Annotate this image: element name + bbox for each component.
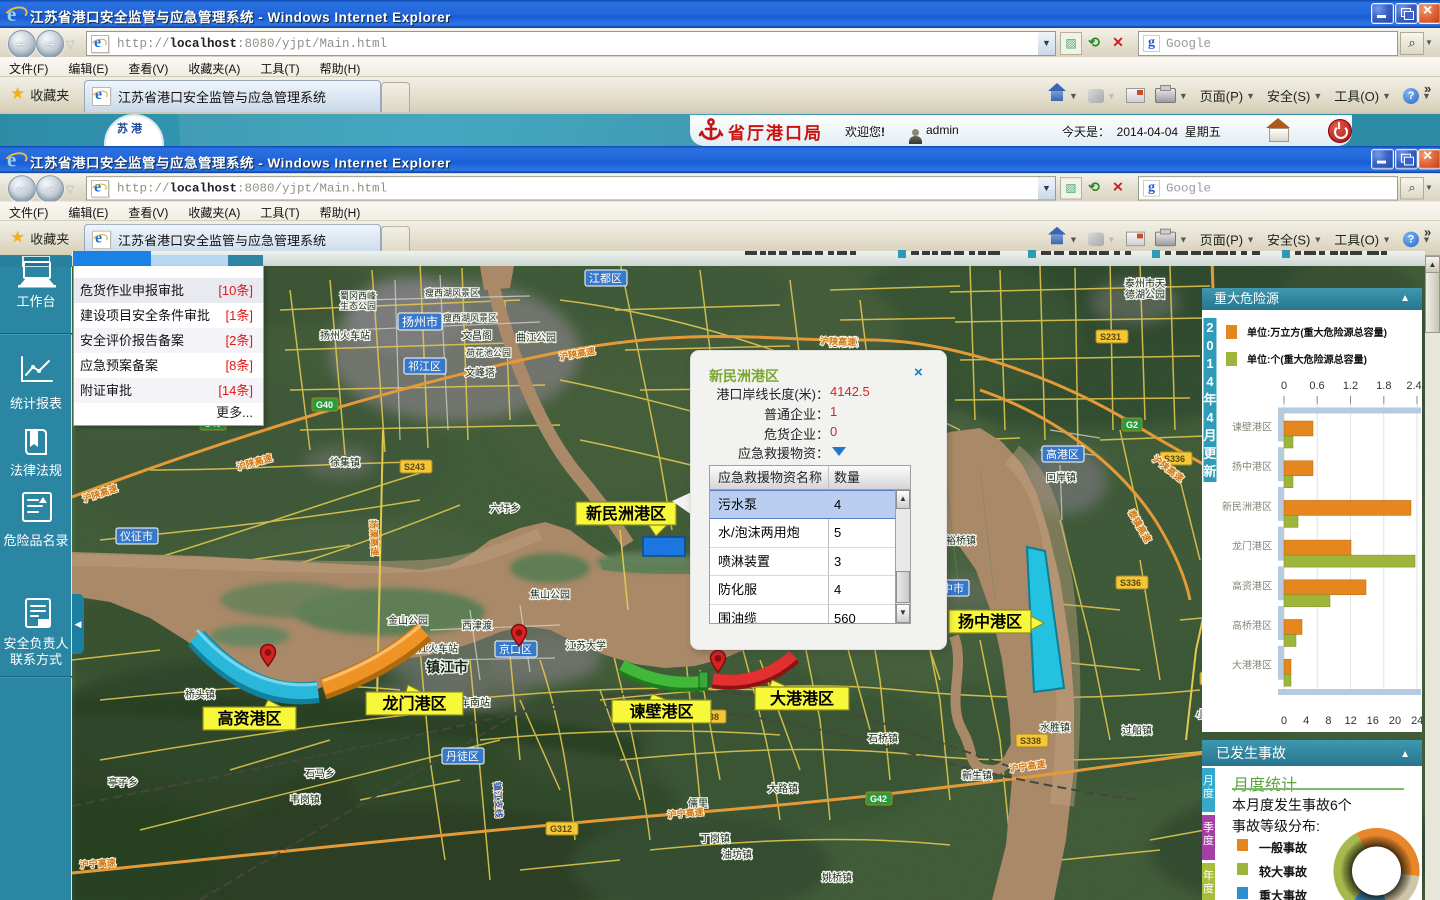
svg-text:扬中港区: 扬中港区: [1232, 460, 1272, 473]
svg-text:油坊镇: 油坊镇: [722, 848, 752, 861]
svg-text:G42: G42: [870, 794, 887, 804]
svg-text:高资港区: 高资港区: [217, 709, 281, 728]
svg-text:西津渡: 西津渡: [462, 619, 492, 632]
svg-text:S243: S243: [404, 462, 425, 472]
svg-text:文峰塔: 文峰塔: [465, 366, 495, 379]
svg-text:0.6: 0.6: [1309, 380, 1324, 392]
svg-text:金山公园: 金山公园: [388, 614, 428, 627]
svg-text:桥头镇: 桥头镇: [185, 688, 215, 701]
svg-text:京口区: 京口区: [499, 642, 532, 656]
svg-text:谏壁港区: 谏壁港区: [1232, 421, 1272, 434]
svg-text:高资港区: 高资港区: [1232, 579, 1272, 592]
svg-text:S231: S231: [1100, 332, 1121, 342]
svg-text:0: 0: [1281, 380, 1287, 392]
svg-text:大港港区: 大港港区: [1232, 659, 1272, 672]
svg-text:江苏大学: 江苏大学: [566, 639, 606, 652]
svg-text:G2: G2: [1126, 420, 1138, 430]
svg-text:石桥镇: 石桥镇: [868, 732, 898, 745]
svg-text:S338: S338: [1020, 736, 1041, 746]
svg-text:蜀冈西峰: 蜀冈西峰: [340, 291, 376, 301]
svg-text:祁江区: 祁江区: [408, 359, 441, 373]
svg-text:曲江公园: 曲江公园: [516, 332, 556, 344]
svg-text:20: 20: [1389, 715, 1401, 727]
svg-text:24: 24: [1411, 715, 1422, 727]
svg-text:泰州市天: 泰州市天: [1125, 277, 1165, 290]
svg-text:月: 月: [1202, 428, 1216, 443]
svg-text:2.4: 2.4: [1406, 380, 1421, 392]
svg-text:大路镇: 大路镇: [768, 782, 798, 795]
svg-text:石马乡: 石马乡: [305, 768, 335, 780]
svg-text:韦岗镇: 韦岗镇: [290, 793, 320, 806]
svg-text:沪陕高速: 沪陕高速: [820, 335, 856, 347]
svg-text:亭子乡: 亭子乡: [108, 776, 138, 789]
svg-text:年: 年: [1203, 392, 1216, 407]
svg-text:新民洲港区: 新民洲港区: [586, 504, 666, 523]
svg-text:高港区: 高港区: [1046, 447, 1079, 461]
svg-text:1: 1: [1206, 356, 1213, 371]
svg-text:S336: S336: [1120, 578, 1141, 588]
svg-text:1.8: 1.8: [1376, 380, 1391, 392]
svg-text:16: 16: [1367, 715, 1379, 727]
svg-text:单位:个(重大危险源总容量): 单位:个(重大危险源总容量): [1247, 353, 1367, 366]
svg-text:镇江支线: 镇江支线: [492, 782, 505, 819]
svg-text:丹徒区: 丹徒区: [446, 749, 479, 763]
svg-text:姚桥镇: 姚桥镇: [822, 871, 852, 884]
svg-text:徐集镇: 徐集镇: [330, 456, 360, 469]
svg-text:江都区: 江都区: [589, 272, 622, 285]
svg-text:水胜镇: 水胜镇: [1040, 721, 1070, 734]
svg-text:扬州市: 扬州市: [402, 314, 438, 329]
svg-text:新民洲港区: 新民洲港区: [1222, 500, 1272, 513]
svg-text:龙门港区: 龙门港区: [1232, 540, 1272, 553]
svg-text:G40: G40: [316, 400, 333, 410]
svg-text:高桥港区: 高桥港区: [1232, 619, 1272, 632]
svg-text:4: 4: [1206, 374, 1214, 389]
svg-text:4: 4: [1303, 715, 1309, 727]
svg-text:G312: G312: [550, 824, 572, 834]
svg-text:新生镇: 新生镇: [962, 769, 992, 782]
svg-text:过船镇: 过船镇: [1122, 724, 1152, 737]
svg-text:更: 更: [1203, 446, 1217, 461]
svg-text:仪征市: 仪征市: [120, 529, 153, 543]
svg-text:扬中港区: 扬中港区: [958, 612, 1022, 631]
svg-text:0: 0: [1281, 715, 1287, 727]
svg-text:瘦西湖风景区: 瘦西湖风景区: [425, 287, 479, 298]
svg-text:瘦西湖风景区: 瘦西湖风景区: [443, 312, 497, 323]
svg-text:扬州火车站: 扬州火车站: [320, 329, 370, 342]
svg-text:2: 2: [1206, 320, 1213, 335]
svg-text:焦山公园: 焦山公园: [530, 588, 570, 601]
svg-text:龙门港区: 龙门港区: [381, 694, 446, 713]
svg-text:荷花池公园: 荷花池公园: [466, 347, 511, 358]
svg-text:六圩乡: 六圩乡: [490, 502, 520, 515]
svg-text:文昌阁: 文昌阁: [462, 329, 492, 342]
svg-text:新: 新: [1203, 464, 1216, 479]
svg-text:德湖公园: 德湖公园: [1125, 288, 1165, 301]
svg-text:12: 12: [1344, 715, 1356, 727]
svg-text:镇江市: 镇江市: [426, 659, 468, 675]
svg-text:0: 0: [1206, 338, 1213, 353]
svg-text:单位:万立方(重大危险源总容量): 单位:万立方(重大危险源总容量): [1247, 326, 1387, 339]
svg-text:丁岗镇: 丁岗镇: [700, 832, 730, 845]
svg-text:生态公园: 生态公园: [340, 300, 376, 311]
svg-text:4: 4: [1206, 410, 1214, 425]
svg-text:8: 8: [1325, 715, 1331, 727]
svg-text:大港港区: 大港港区: [770, 689, 834, 708]
svg-text:口岸镇: 口岸镇: [1046, 471, 1076, 484]
svg-text:1.2: 1.2: [1343, 380, 1358, 392]
svg-text:扬溧高速: 扬溧高速: [368, 520, 381, 557]
svg-text:谏壁港区: 谏壁港区: [629, 702, 693, 721]
